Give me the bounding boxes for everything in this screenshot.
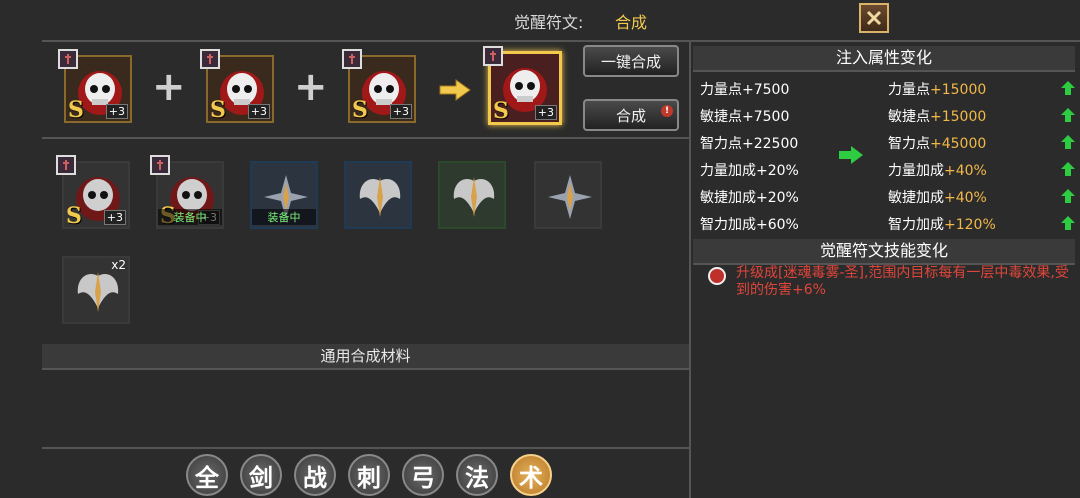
filter-assassin-button[interactable]: 刺 (348, 454, 390, 496)
filter-spell-button[interactable]: 术 (510, 454, 552, 496)
increase-arrow-icon (1061, 81, 1075, 95)
wings-icon (359, 177, 401, 217)
filter-bow-button[interactable]: 弓 (402, 454, 444, 496)
inventory-slot[interactable]: S +3 (56, 155, 130, 229)
rune-tag-icon (150, 155, 170, 175)
stat-before: 敏捷加成+20% (700, 190, 799, 206)
header-mode: 合成 (615, 13, 648, 32)
rune-tag-icon (58, 49, 78, 69)
equipped-label: 装备中 (252, 209, 316, 225)
increase-arrow-icon (1061, 108, 1075, 122)
winged-star-icon (548, 175, 592, 219)
level-label: +3 (105, 104, 128, 119)
arrow-right-icon (439, 79, 471, 101)
synth-button[interactable]: 合成 ! (583, 99, 679, 131)
grade-label: S (352, 97, 368, 123)
synth-input-slot[interactable]: S +3 (342, 49, 416, 123)
increase-arrow-icon (1061, 189, 1075, 203)
alert-badge: ! (661, 105, 673, 117)
increase-arrow-icon (1061, 135, 1075, 149)
close-icon (866, 10, 882, 26)
stat-after: 敏捷加成+40% (888, 190, 987, 206)
stat-before: 敏捷点+7500 (700, 109, 790, 125)
rune-tag-icon (56, 155, 76, 175)
inventory-slot[interactable]: x2 (62, 256, 130, 324)
wings-icon (77, 272, 119, 312)
inventory-slot[interactable]: 装备中 (250, 161, 318, 229)
synth-input-slot[interactable]: S +3 (58, 49, 132, 123)
wings-icon (453, 177, 495, 217)
stat-after: 智力加成+120% (888, 217, 996, 233)
level-label: +3 (103, 210, 126, 225)
rune-tag-icon (342, 49, 362, 69)
filter-all-button[interactable]: 全 (186, 454, 228, 496)
inventory-slot[interactable] (534, 161, 602, 229)
equipped-label: 装备中 (158, 209, 222, 225)
attr-panel-title: 注入属性变化 (693, 46, 1075, 72)
materials-header: 通用合成材料 (42, 344, 689, 370)
filter-warrior-button[interactable]: 战 (294, 454, 336, 496)
divider (689, 40, 691, 498)
header-label: 觉醒符文: (514, 13, 584, 32)
stat-before: 力量加成+20% (700, 163, 799, 179)
stat-before: 智力加成+60% (700, 217, 799, 233)
stat-before: 力量点+7500 (700, 82, 790, 98)
synth-input-slot[interactable]: S +3 (200, 49, 274, 123)
level-label: +3 (534, 105, 557, 120)
grade-label: S (66, 203, 82, 229)
increase-arrow-icon (1061, 216, 1075, 230)
rune-tag-icon (200, 49, 220, 69)
one-click-synth-button[interactable]: 一键合成 (583, 45, 679, 77)
skill-description: 升级成[迷魂毒雾-圣],范围内目标每有一层中毒效果,受到的伤害+6% (736, 265, 1069, 298)
level-label: +3 (389, 104, 412, 119)
stat-after: 智力点+45000 (888, 136, 987, 152)
level-label: +3 (247, 104, 270, 119)
synth-result-slot[interactable]: S +3 (483, 46, 562, 125)
arrow-right-icon (839, 146, 863, 164)
inventory-slot[interactable]: S +3 装备中 (150, 155, 224, 229)
filter-mage-button[interactable]: 法 (456, 454, 498, 496)
stat-after: 力量加成+40% (888, 163, 987, 179)
stat-before: 智力点+22500 (700, 136, 799, 152)
inventory-slot[interactable] (344, 161, 412, 229)
skill-bullet-icon (708, 267, 726, 285)
stat-after: 敏捷点+15000 (888, 109, 987, 125)
quantity-label: x2 (111, 258, 126, 272)
rune-tag-icon (483, 46, 503, 66)
divider (42, 447, 689, 449)
divider (42, 137, 689, 139)
stat-after: 力量点+15000 (888, 82, 987, 98)
grade-label: S (493, 98, 509, 124)
skill-panel-title: 觉醒符文技能变化 (693, 239, 1075, 265)
close-button[interactable] (859, 3, 889, 33)
divider (42, 40, 1080, 42)
filter-sword-button[interactable]: 剑 (240, 454, 282, 496)
grade-label: S (68, 97, 84, 123)
inventory-slot[interactable] (438, 161, 506, 229)
increase-arrow-icon (1061, 162, 1075, 176)
plus-icon: + (152, 64, 186, 110)
grade-label: S (210, 97, 226, 123)
plus-icon: + (294, 64, 328, 110)
synth-button-label: 合成 (615, 106, 646, 125)
